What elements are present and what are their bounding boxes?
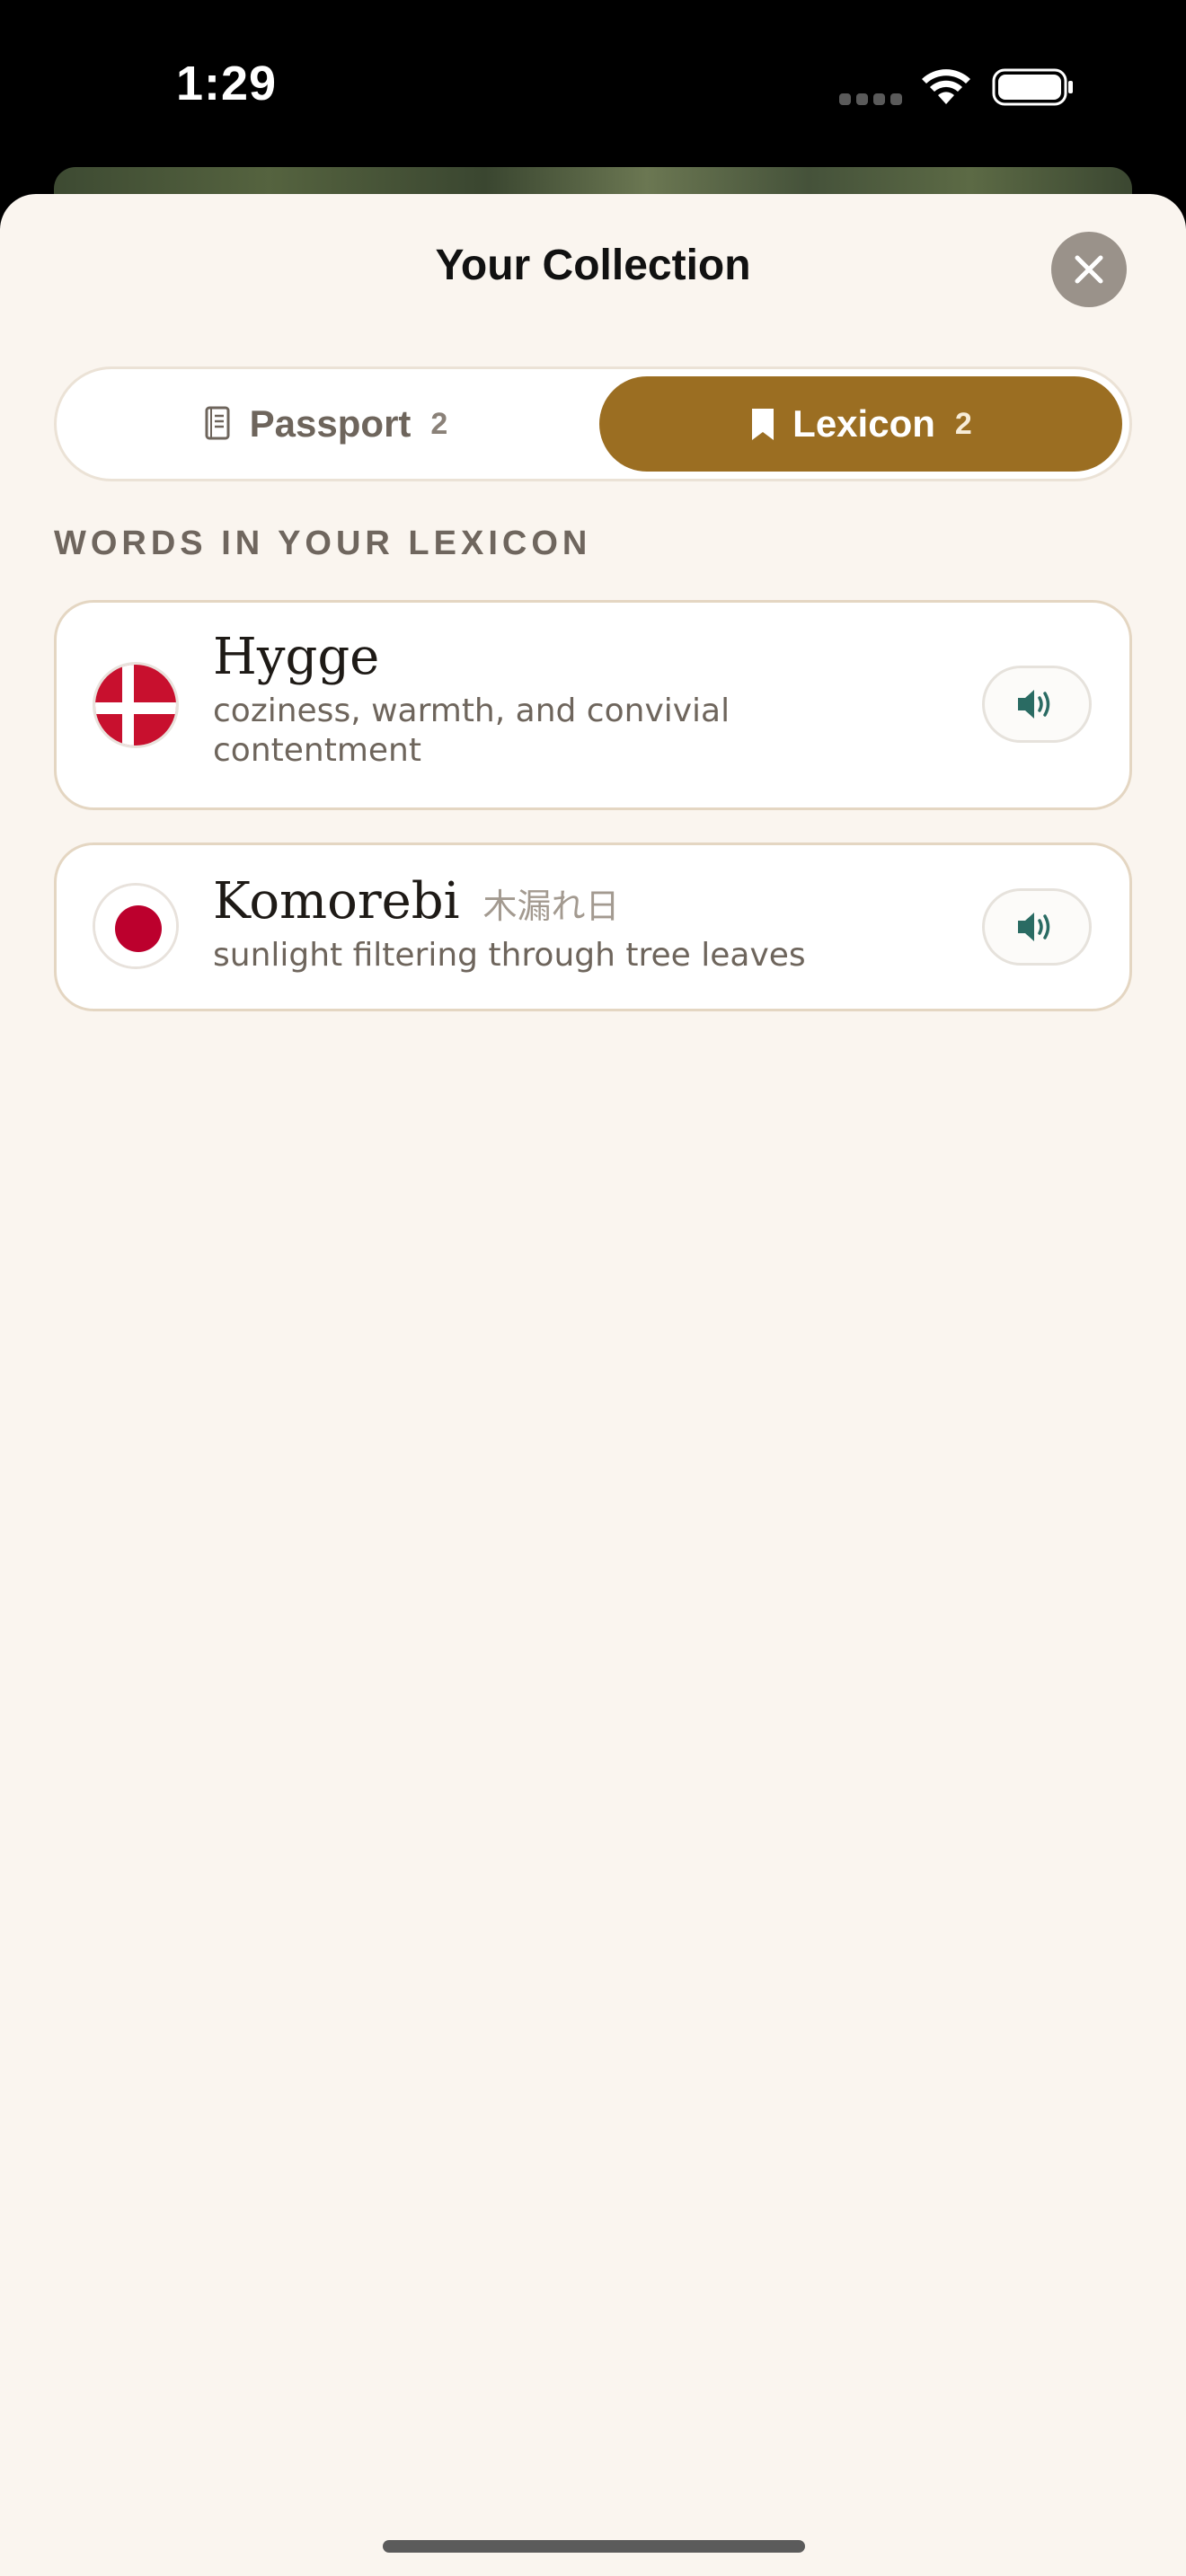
japan-flag-icon [93,883,179,969]
word-native-script: 木漏れ日 [482,887,620,926]
word-title: Hygge [213,628,380,686]
bookmark-icon [752,409,774,440]
play-pronunciation-button[interactable] [982,888,1092,966]
word-meaning: coziness, warmth, and convivial contentm… [213,693,730,769]
cellular-signal-icon [839,93,902,105]
tab-lexicon-label: Lexicon [792,402,935,445]
play-pronunciation-button[interactable] [982,666,1092,743]
speaker-icon [1018,913,1050,941]
speaker-icon [1018,690,1050,719]
word-title: Komorebi [213,872,460,931]
word-card-hygge[interactable]: Hygge coziness, warmth, and convivial co… [54,600,1132,810]
close-button[interactable] [1051,232,1127,307]
close-icon [1075,255,1103,284]
wifi-icon [922,69,970,104]
screen: 1:29 Your Collection Passport 2 Lexicon … [0,0,1186,2576]
tab-passport[interactable]: Passport 2 [64,376,587,472]
tab-passport-count: 2 [430,406,448,441]
word-text: Hygge coziness, warmth, and convivial co… [213,628,878,771]
section-heading: WORDS IN YOUR LEXICON [54,525,592,562]
word-text: Komorebi 木漏れ日 sunlight filtering through… [213,872,878,975]
passport-icon [205,406,230,440]
home-indicator[interactable] [383,2540,805,2553]
denmark-flag-icon [93,662,179,748]
tab-lexicon[interactable]: Lexicon 2 [599,376,1122,472]
word-meaning: sunlight filtering through tree leaves [213,937,806,974]
tab-lexicon-count: 2 [954,406,972,441]
collection-tabs: Passport 2 Lexicon 2 [54,366,1132,481]
sheet-title: Your Collection [435,242,751,289]
status-time: 1:29 [176,57,278,110]
tab-passport-label: Passport [249,402,412,445]
word-card-komorebi[interactable]: Komorebi 木漏れ日 sunlight filtering through… [54,842,1132,1011]
battery-icon [992,68,1073,106]
